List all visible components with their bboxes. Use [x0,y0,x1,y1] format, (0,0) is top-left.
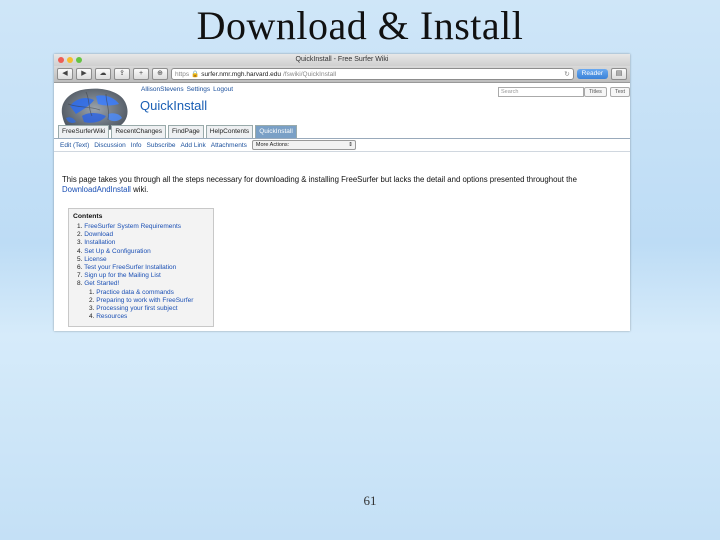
more-actions-label: More Actions: [255,142,290,148]
forward-button[interactable]: ▶ [76,68,92,80]
action-attachments[interactable]: Attachments [211,142,247,149]
wiki-search-input[interactable]: Search [498,87,584,97]
toc-subitem[interactable]: 4. Resources [89,313,213,321]
page-actions-bar: Edit (Text) Discussion Info Subscribe Ad… [54,139,630,152]
reader-button[interactable]: Reader [576,69,608,79]
action-discussion[interactable]: Discussion [94,142,125,149]
toc-item[interactable]: 1. FreeSurfer System Requirements [77,223,213,231]
tab-helpcontents[interactable]: HelpContents [205,125,254,138]
user-link-settings[interactable]: Settings [187,86,211,93]
toc-item[interactable]: 6. Test your FreeSurfer Installation [77,264,213,272]
url-host: surfer.nmr.mgh.harvard.edu [201,70,282,78]
browser-screenshot: QuickInstall - Free Surfer Wiki ◀ ▶ ☁ ⇪ … [54,54,630,331]
titles-search-button[interactable]: Titles [584,87,607,97]
add-tab-button[interactable]: + [133,68,149,80]
url-scheme: https [175,70,190,78]
user-links: AllisonStevens Settings Logout [141,86,233,93]
toc-item[interactable]: 3. Installation [77,239,213,247]
minimize-window-button[interactable] [67,57,73,63]
toc-item[interactable]: 5. License [77,256,213,264]
user-link-logout[interactable]: Logout [213,86,233,93]
window-title: QuickInstall - Free Surfer Wiki [295,56,389,63]
reload-icon[interactable]: ↻ [564,70,569,78]
toc-subitem[interactable]: 1. Practice data & commands [89,289,213,297]
close-window-button[interactable] [58,57,64,63]
address-bar[interactable]: https 🔒 surfer.nmr.mgh.harvard.edu/fswik… [171,68,574,80]
intro-text: This page takes you through all the step… [62,175,577,184]
toc-subitem[interactable]: 2. Preparing to work with FreeSurfer [89,297,213,305]
action-edit-text[interactable]: Edit (Text) [60,142,89,149]
zoom-window-button[interactable] [76,57,82,63]
wiki-page-title[interactable]: QuickInstall [140,98,207,113]
action-add-link[interactable]: Add Link [180,142,205,149]
text-search-button[interactable]: Text [610,87,630,97]
contents-title: Contents [73,213,103,220]
url-path: /fswiki/QuickInstall [283,70,337,78]
tab-quickinstall[interactable]: QuickInstall [255,125,297,138]
intro-suffix: wiki. [130,185,149,194]
cloud-icon[interactable]: ☁ [95,68,111,80]
tab-findpage[interactable]: FindPage [167,125,204,138]
globe-icon[interactable]: ⊕ [152,68,168,80]
download-and-install-link[interactable]: DownloadAndInstall [62,185,131,194]
table-of-contents: Contents 1. FreeSurfer System Requiremen… [68,208,214,327]
page-number: 61 [363,493,377,508]
back-button[interactable]: ◀ [57,68,73,80]
tab-freesurferwiki[interactable]: FreeSurferWiki [58,125,110,138]
toc-item[interactable]: 4. Set Up & Configuration [77,248,213,256]
window-titlebar: QuickInstall - Free Surfer Wiki [54,54,630,66]
toc-subitem[interactable]: 3. Processing your first subject [89,305,213,313]
action-subscribe[interactable]: Subscribe [147,142,176,149]
wiki-tabs: FreeSurferWiki RecentChanges FindPage He… [54,125,630,139]
lock-icon: 🔒 [191,71,200,78]
browser-toolbar: ◀ ▶ ☁ ⇪ + ⊕ https 🔒 surfer.nmr.mgh.harva… [54,66,630,83]
toc-item[interactable]: 8. Get Started! [77,280,213,288]
toc-item[interactable]: 2. Download [77,231,213,239]
tab-recentchanges[interactable]: RecentChanges [111,125,166,138]
intro-paragraph: This page takes you through all the step… [62,175,628,195]
action-info[interactable]: Info [131,142,142,149]
select-arrows-icon: ⇕ [348,142,353,148]
toc-item[interactable]: 7. Sign up for the Mailing List [77,272,213,280]
sidebar-icon[interactable]: ▤ [611,68,627,80]
user-link-username[interactable]: AllisonStevens [141,86,184,93]
share-icon[interactable]: ⇪ [114,68,130,80]
slide-title: Download & Install [196,3,524,48]
more-actions-select[interactable]: More Actions: ⇕ [251,140,356,150]
